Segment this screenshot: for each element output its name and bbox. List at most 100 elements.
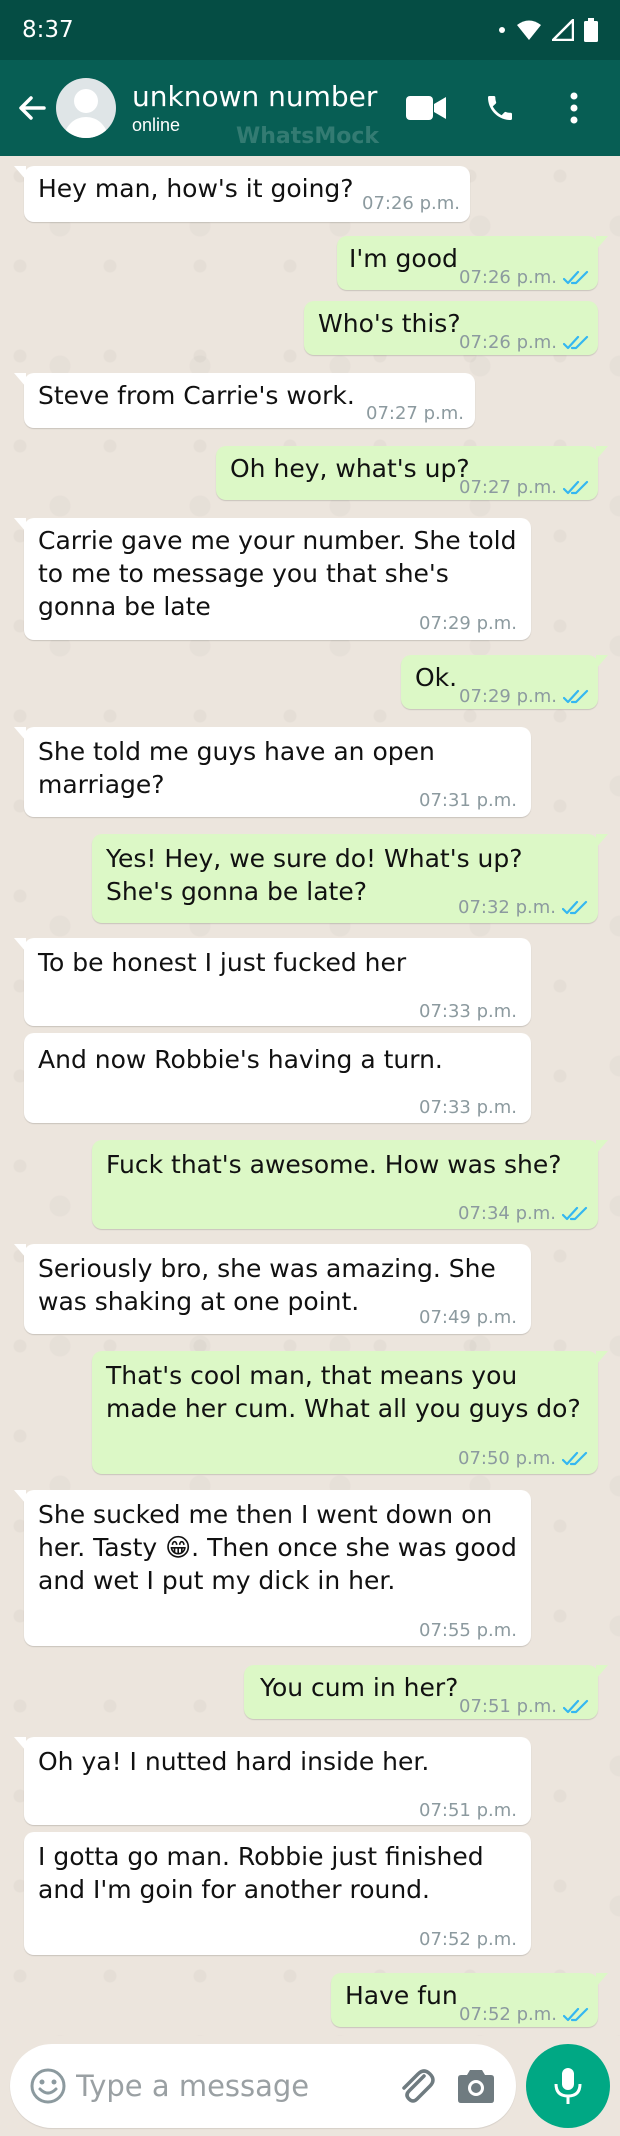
- emoji-icon[interactable]: [28, 2066, 68, 2106]
- camera-icon[interactable]: [454, 2064, 498, 2108]
- message-text: Fuck that's awesome. How was she?: [106, 1150, 562, 1179]
- incoming-message-bubble[interactable]: To be honest I just fucked her 07:33 p.m.: [14, 938, 531, 1028]
- message-meta: 07:29 p.m.: [459, 680, 589, 713]
- message-timestamp: 07:26 p.m.: [459, 332, 557, 353]
- notification-dot-icon: [499, 27, 505, 33]
- message-timestamp: 07:29 p.m.: [459, 686, 557, 707]
- message-meta: 07:27 p.m.: [459, 471, 589, 504]
- message-meta: 07:33 p.m.: [419, 1091, 517, 1124]
- incoming-message-bubble[interactable]: Oh ya! I nutted hard inside her. 07:51 p.…: [14, 1737, 531, 1827]
- message-meta: 07:26 p.m.: [459, 261, 589, 294]
- message-timestamp: 07:49 p.m.: [419, 1307, 517, 1328]
- read-receipt-icon: [563, 480, 589, 494]
- read-receipt-icon: [562, 1451, 588, 1465]
- message-text: I gotta go man. Robbie just finished and…: [38, 1842, 484, 1904]
- read-receipt-icon: [563, 1699, 589, 1713]
- message-timestamp: 07:33 p.m.: [419, 1001, 517, 1022]
- message-timestamp: 07:26 p.m.: [362, 193, 460, 214]
- incoming-message-bubble[interactable]: She sucked me then I went down on her. T…: [14, 1490, 531, 1647]
- message-meta: 07:51 p.m.: [419, 1794, 517, 1827]
- message-meta: 07:31 p.m.: [419, 784, 517, 817]
- mic-icon: [554, 2068, 582, 2104]
- more-options-icon: [570, 92, 578, 124]
- phone-call-icon: [488, 96, 512, 120]
- mic-button[interactable]: [526, 2044, 610, 2128]
- outgoing-message-bubble[interactable]: You cum in her? 07:51 p.m.: [244, 1665, 608, 1719]
- message-timestamp: 07:55 p.m.: [419, 1620, 517, 1641]
- message-text: Oh ya! I nutted hard inside her.: [38, 1747, 430, 1776]
- message-input[interactable]: [76, 2060, 376, 2112]
- message-meta: 07:34 p.m.: [458, 1197, 588, 1230]
- video-call-button[interactable]: [398, 80, 454, 136]
- incoming-message-bubble[interactable]: And now Robbie's having a turn. 07:33 p.m…: [24, 1033, 531, 1123]
- phone-call-button[interactable]: [472, 80, 528, 136]
- incoming-message-bubble[interactable]: Carrie gave me your number. She told to …: [14, 518, 531, 640]
- back-button[interactable]: [10, 86, 54, 130]
- message-meta: 07:51 p.m.: [459, 1690, 589, 1723]
- signal-icon: [552, 19, 574, 41]
- message-timestamp: 07:50 p.m.: [458, 1448, 556, 1469]
- message-text: She sucked me then I went down on her. T…: [38, 1500, 517, 1595]
- message-timestamp: 07:52 p.m.: [459, 2004, 557, 2025]
- message-meta: 07:33 p.m.: [419, 995, 517, 1028]
- message-meta: 07:26 p.m.: [459, 326, 589, 359]
- outgoing-message-bubble[interactable]: That's cool man, that means you made her…: [92, 1351, 608, 1475]
- message-meta: 07:49 p.m.: [419, 1301, 517, 1334]
- back-arrow-icon: [19, 96, 46, 120]
- read-receipt-icon: [563, 689, 589, 703]
- message-meta: 07:52 p.m.: [419, 1923, 517, 1956]
- outgoing-message-bubble[interactable]: Who's this? 07:26 p.m.: [304, 301, 598, 355]
- outgoing-message-bubble[interactable]: Oh hey, what's up? 07:27 p.m.: [216, 446, 608, 500]
- outgoing-message-bubble[interactable]: Fuck that's awesome. How was she? 07:34 p…: [92, 1140, 608, 1230]
- read-receipt-icon: [562, 900, 588, 914]
- message-timestamp: 07:27 p.m.: [459, 477, 557, 498]
- message-text: To be honest I just fucked her: [38, 948, 407, 977]
- outgoing-message-bubble[interactable]: Ok. 07:29 p.m.: [401, 655, 608, 709]
- message-composer: [10, 2044, 516, 2128]
- message-timestamp: 07:31 p.m.: [419, 790, 517, 811]
- incoming-message-bubble[interactable]: She told me guys have an open marriage? 0…: [14, 727, 531, 817]
- read-receipt-icon: [563, 2007, 589, 2021]
- avatar[interactable]: [56, 78, 116, 138]
- message-timestamp: 07:52 p.m.: [419, 1929, 517, 1950]
- message-meta: 07:32 p.m.: [458, 891, 588, 924]
- message-timestamp: 07:34 p.m.: [458, 1203, 556, 1224]
- message-timestamp: 07:32 p.m.: [458, 897, 556, 918]
- attach-icon[interactable]: [394, 2064, 438, 2108]
- message-timestamp: 07:26 p.m.: [459, 267, 557, 288]
- message-meta: 07:52 p.m.: [459, 1998, 589, 2031]
- message-timestamp: 07:51 p.m.: [419, 1800, 517, 1821]
- message-meta: 07:27 p.m.: [366, 397, 464, 430]
- message-text: And now Robbie's having a turn.: [38, 1045, 443, 1074]
- message-meta: 07:29 p.m.: [419, 607, 517, 640]
- read-receipt-icon: [562, 1206, 588, 1220]
- chat-area[interactable]: Hey man, how's it going? 07:26 p.m. I'm go…: [0, 156, 620, 2036]
- read-receipt-icon: [563, 335, 589, 349]
- avatar-body-shape: [64, 117, 108, 138]
- more-options-button[interactable]: [546, 80, 602, 136]
- message-timestamp: 07:51 p.m.: [459, 1696, 557, 1717]
- message-meta: 07:26 p.m.: [362, 187, 460, 220]
- avatar-head-shape: [74, 89, 98, 113]
- incoming-message-bubble[interactable]: I gotta go man. Robbie just finished and…: [24, 1832, 531, 1955]
- message-timestamp: 07:33 p.m.: [419, 1097, 517, 1118]
- message-meta: 07:55 p.m.: [419, 1614, 517, 1647]
- battery-icon: [584, 18, 598, 42]
- status-icons: [498, 18, 598, 42]
- contact-name: unknown number: [132, 80, 378, 113]
- outgoing-message-bubble[interactable]: Have fun 07:52 p.m.: [331, 1973, 608, 2027]
- outgoing-message-bubble[interactable]: I'm good 07:26 p.m.: [337, 236, 608, 290]
- watermark: WhatsMock: [236, 124, 380, 149]
- header-actions: [398, 60, 620, 156]
- read-receipt-icon: [563, 270, 589, 284]
- message-meta: 07:50 p.m.: [458, 1442, 588, 1475]
- outgoing-message-bubble[interactable]: Yes! Hey, we sure do! What's up? She's g…: [92, 834, 608, 924]
- message-timestamp: 07:29 p.m.: [419, 613, 517, 634]
- incoming-message-bubble[interactable]: Steve from Carrie's work. 07:27 p.m.: [14, 373, 475, 430]
- status-time: 8:37: [22, 17, 74, 43]
- message-text: That's cool man, that means you made her…: [106, 1361, 581, 1423]
- message-timestamp: 07:27 p.m.: [366, 403, 464, 424]
- wifi-icon: [517, 20, 541, 40]
- incoming-message-bubble[interactable]: Hey man, how's it going? 07:26 p.m.: [14, 166, 470, 222]
- incoming-message-bubble[interactable]: Seriously bro, she was amazing. She was …: [14, 1244, 531, 1334]
